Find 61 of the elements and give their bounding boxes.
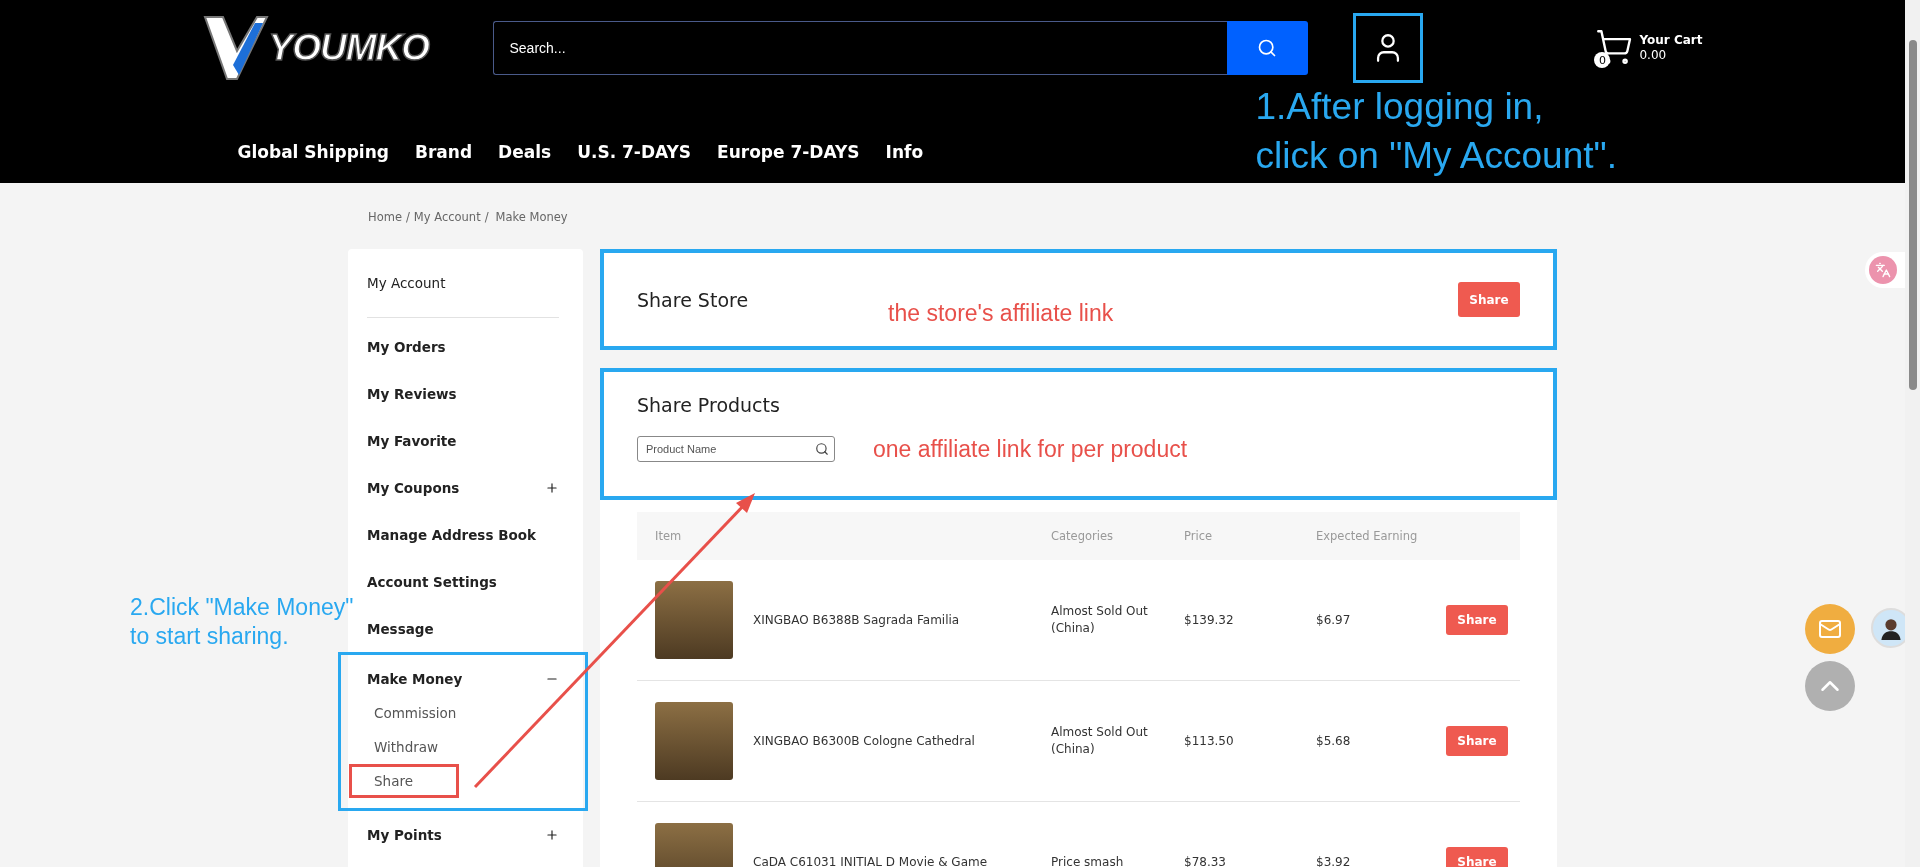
search-button[interactable] — [1226, 21, 1308, 75]
sidebar-subitem[interactable]: Share — [349, 764, 459, 798]
column-header: Item — [655, 529, 683, 543]
account-button[interactable] — [1352, 13, 1423, 83]
nav-link[interactable]: U.S. 7-DAYS — [577, 142, 692, 162]
cart-count-badge: 0 — [1594, 52, 1611, 68]
table-cell-text: $6.97 — [1316, 611, 1352, 629]
annotation-text: 1.After logging in, click on "My Account". — [1255, 85, 1617, 178]
section-title: Share Store — [637, 288, 749, 311]
search-field[interactable]: Search... — [492, 21, 1227, 75]
avatar-button[interactable] — [1871, 608, 1905, 648]
expand-icon[interactable] — [545, 827, 559, 842]
breadcrumb-separator: / — [484, 210, 489, 226]
breadcrumb-link[interactable]: Home — [368, 210, 402, 249]
logo-icon — [202, 13, 269, 83]
back-to-top-button[interactable] — [1805, 661, 1855, 711]
breadcrumb-separator: / — [405, 210, 410, 226]
sidebar-item[interactable]: My Orders — [348, 323, 583, 370]
product-name: XINGBAO B6388B Sagrada Familia — [753, 611, 960, 629]
nav-link[interactable]: Deals — [498, 142, 552, 162]
product-name: XINGBAO B6300B Cologne Cathedral — [753, 732, 975, 750]
annotation-text: the store's affiliate link — [888, 298, 1114, 327]
sidebar-item[interactable]: My Points — [348, 811, 583, 858]
sidebar-subitem[interactable]: Withdraw — [349, 730, 459, 764]
nav-link[interactable]: Europe 7-DAYS — [717, 142, 860, 162]
table-cell-text: $5.68 — [1316, 732, 1352, 750]
cart-label: Your Cart — [1639, 33, 1703, 48]
annotation-text: one affiliate link for per product — [873, 435, 1188, 463]
nav-link[interactable]: Info — [885, 142, 924, 162]
nav-link[interactable]: Brand — [414, 142, 473, 162]
table-cell-text: $113.50 — [1184, 732, 1235, 750]
table-cell-text: Almost Sold Out (China) — [1051, 724, 1149, 758]
sidebar-item[interactable]: My Reviews — [348, 370, 583, 417]
search-icon — [1257, 38, 1277, 58]
sidebar-item[interactable]: My Account — [348, 259, 583, 306]
table-cell-text: $139.32 — [1184, 611, 1235, 629]
cart-total: 0.00 — [1639, 48, 1668, 63]
sidebar-item[interactable]: Manage Address Book — [348, 511, 583, 558]
product-name: CaDA C61031 INITIAL D Movie & Game — [753, 853, 988, 867]
product-search-field[interactable]: Product Name — [637, 436, 835, 462]
logo-text: YOUMKO — [268, 27, 429, 69]
expand-icon[interactable] — [545, 480, 559, 495]
column-header: Price — [1184, 529, 1214, 543]
column-header: Expected Earning — [1316, 529, 1419, 543]
search-icon[interactable] — [815, 442, 829, 456]
sidebar-item[interactable]: My Coupons — [348, 464, 583, 511]
section-title: Share Products — [637, 394, 781, 416]
table-cell-text: Almost Sold Out (China) — [1051, 603, 1149, 637]
mail-button[interactable] — [1805, 604, 1855, 654]
table-cell-text: $78.33 — [1184, 853, 1227, 867]
scrollbar-thumb[interactable] — [1909, 40, 1917, 390]
translate-icon — [1875, 262, 1891, 278]
breadcrumb-current: Make Money — [495, 210, 568, 226]
sidebar-item[interactable]: My Favorite — [348, 417, 583, 464]
nav-link[interactable]: Global Shipping — [237, 142, 389, 162]
table-cell-text: $3.92 — [1316, 853, 1352, 867]
breadcrumb-link[interactable]: My Account — [413, 210, 481, 249]
table-cell-text: Price smash — [1051, 853, 1125, 867]
column-header: Categories — [1051, 529, 1114, 543]
mail-icon — [1818, 617, 1842, 641]
translate-button[interactable] — [1869, 256, 1897, 284]
